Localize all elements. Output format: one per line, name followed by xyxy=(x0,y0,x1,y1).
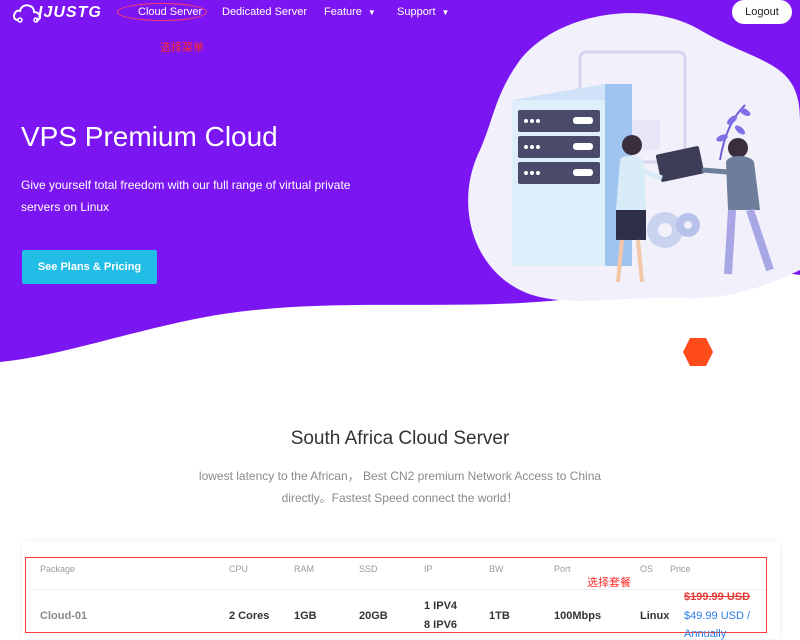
cell-ipv4: 1 IPV4 xyxy=(424,600,458,612)
chevron-down-icon: ▼ xyxy=(367,8,376,17)
hero-subtitle: Give yourself total freedom with our ful… xyxy=(21,178,351,214)
cell-port: 100Mbps xyxy=(554,610,602,622)
chevron-down-icon: ▼ xyxy=(441,8,450,17)
server-illustration xyxy=(470,20,800,320)
logo-text: IJUSTG xyxy=(38,4,102,21)
nav-item-support[interactable]: Support ▼ xyxy=(397,6,449,18)
nav-item-feature-label: Feature xyxy=(324,6,362,18)
cell-ssd: 20GB xyxy=(359,610,388,622)
section-subtitle: lowest latency to the African， Best CN2 … xyxy=(198,469,602,505)
column-header-port: Port xyxy=(554,564,571,574)
column-header-ssd: SSD xyxy=(359,564,378,574)
price-period[interactable]: Annually xyxy=(684,628,726,640)
nav-item-support-label: Support xyxy=(397,6,436,18)
column-header-os: OS xyxy=(640,564,654,574)
menu-annotation: 选择菜单 xyxy=(160,42,204,54)
nav-item-dedicated-server[interactable]: Dedicated Server xyxy=(222,6,307,18)
column-header-ip: IP xyxy=(424,564,433,574)
hexagon-decoration xyxy=(682,337,714,372)
column-header-ram: RAM xyxy=(294,564,314,574)
nav-item-cloud-server[interactable]: Cloud Server xyxy=(138,6,202,18)
see-plans-button[interactable]: See Plans & Pricing xyxy=(22,250,157,284)
cell-os: Linux xyxy=(640,610,670,622)
price-discounted[interactable]: $49.99 USD / xyxy=(684,610,750,622)
column-header-cpu: CPU xyxy=(229,564,249,574)
column-header-bw: BW xyxy=(489,564,504,574)
cell-ipv6: 8 IPV6 xyxy=(424,619,458,631)
logo[interactable]: IJUSTG xyxy=(12,0,102,26)
column-header-price: Price xyxy=(670,564,691,574)
cell-package: Cloud-01 xyxy=(40,610,88,622)
price-original: $199.99 USD xyxy=(684,591,751,603)
section-title: South Africa Cloud Server xyxy=(290,428,510,449)
cell-bw: 1TB xyxy=(489,610,510,622)
table-divider xyxy=(30,589,765,590)
cell-ram: 1GB xyxy=(294,610,317,622)
cell-cpu: 2 Cores xyxy=(229,610,270,622)
nav-item-feature[interactable]: Feature ▼ xyxy=(324,6,376,18)
hero-title: VPS Premium Cloud xyxy=(21,121,278,152)
column-header-package: Package xyxy=(40,564,76,574)
table-annotation: 选择套餐 xyxy=(587,577,631,589)
